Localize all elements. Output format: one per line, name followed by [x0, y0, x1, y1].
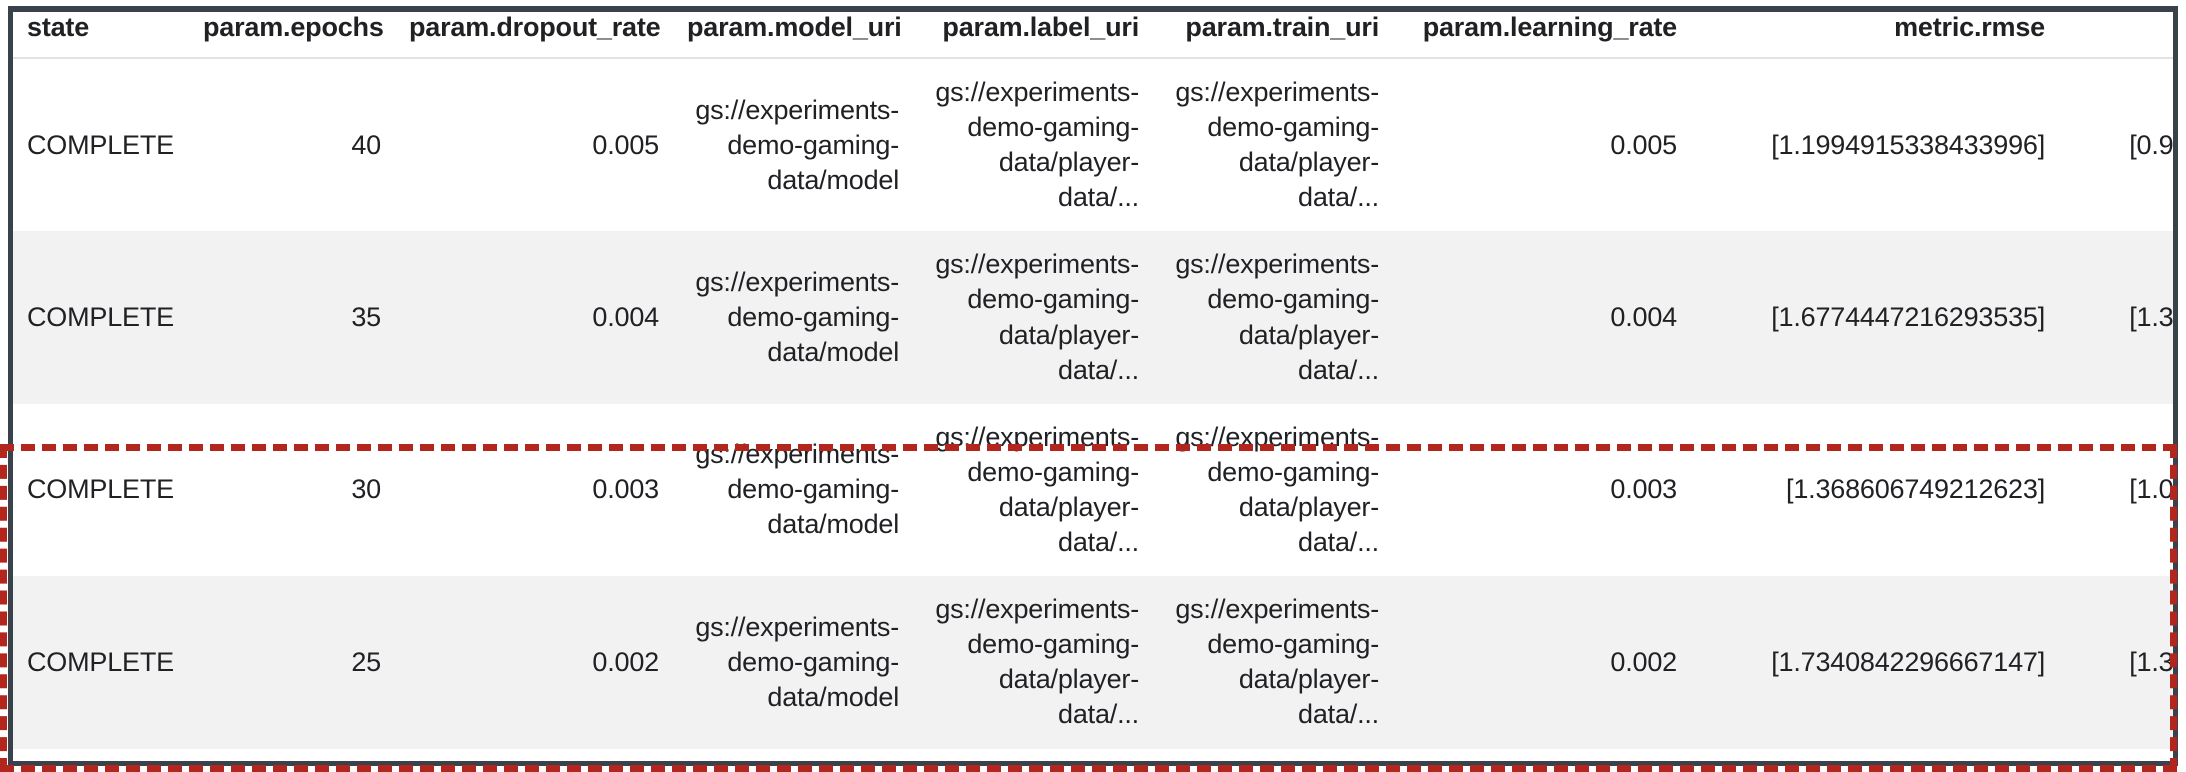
cell-metric-mae: [1.0496017500678982] [2059, 403, 2173, 577]
cell-train-uri: gs://experiments-demo-gaming-data/player… [1153, 403, 1393, 577]
cell-dropout-rate: 0.005 [395, 58, 673, 232]
cell-label-uri: gs://experiments-demo-gaming-data/player… [913, 576, 1153, 749]
cell-dropout-rate: 0.003 [395, 403, 673, 577]
column-header-metric-rmse[interactable]: metric.rmse [1691, 12, 2059, 59]
screenshot-root: state param.epochs param.dropout_rate pa… [0, 0, 2186, 772]
cell-learning-rate: 0.003 [1393, 403, 1691, 577]
cell-dropout-rate: 0.004 [395, 231, 673, 404]
cell-model-uri: gs://experiments-demo-gaming-data/model [673, 748, 913, 761]
cell-train-uri: gs://experiments-demo-gaming-data/player… [1153, 748, 1393, 761]
column-header-epochs[interactable]: param.epochs [189, 12, 395, 59]
column-header-metric-mae[interactable]: metric.mae [2059, 12, 2173, 59]
cell-metric-rmse: [1.368606749212623] [1691, 403, 2059, 577]
cell-model-uri: gs://experiments-demo-gaming-data/model [673, 403, 913, 577]
cell-model-uri: gs://experiments-demo-gaming-data/model [673, 576, 913, 749]
cell-label-uri: gs://experiments-demo-gaming-data/player… [913, 403, 1153, 577]
table-header-row: state param.epochs param.dropout_rate pa… [13, 12, 2173, 59]
cell-metric-mae: [0.8067645053795942] [2059, 748, 2173, 761]
cell-dropout-rate: 0.001 [395, 748, 673, 761]
cell-state: COMPLETE [13, 748, 189, 761]
column-header-dropout-rate[interactable]: param.dropout_rate [395, 12, 673, 59]
table-body: COMPLETE 40 0.005 gs://experiments-demo-… [13, 58, 2173, 761]
column-header-state[interactable]: state [13, 12, 189, 59]
experiments-results-table: state param.epochs param.dropout_rate pa… [13, 12, 2173, 761]
results-table-frame: state param.epochs param.dropout_rate pa… [8, 6, 2178, 766]
cell-epochs: 35 [189, 231, 395, 404]
cell-metric-rmse: [1.0703339726645948] [1691, 748, 2059, 761]
cell-epochs: 30 [189, 403, 395, 577]
cell-train-uri: gs://experiments-demo-gaming-data/player… [1153, 576, 1393, 749]
cell-state: COMPLETE [13, 231, 189, 404]
cell-metric-mae: [1.3291234783216863] [2059, 576, 2173, 749]
table-row[interactable]: COMPLETE 25 0.002 gs://experiments-demo-… [13, 576, 2173, 749]
cell-label-uri: gs://experiments-demo-gaming-data/player… [913, 58, 1153, 232]
cell-train-uri: gs://experiments-demo-gaming-data/player… [1153, 231, 1393, 404]
cell-metric-rmse: [1.6774447216293535] [1691, 231, 2059, 404]
cell-model-uri: gs://experiments-demo-gaming-data/model [673, 58, 913, 232]
column-header-label-uri[interactable]: param.label_uri [913, 12, 1153, 59]
column-header-model-uri[interactable]: param.model_uri [673, 12, 913, 59]
table-row[interactable]: COMPLETE 40 0.005 gs://experiments-demo-… [13, 58, 2173, 232]
table-row[interactable]: COMPLETE 30 0.003 gs://experiments-demo-… [13, 403, 2173, 577]
cell-state: COMPLETE [13, 58, 189, 232]
table-header: state param.epochs param.dropout_rate pa… [13, 12, 2173, 59]
cell-state: COMPLETE [13, 576, 189, 749]
cell-learning-rate: 0.004 [1393, 231, 1691, 404]
cell-epochs: 40 [189, 58, 395, 232]
cell-epochs: 20 [189, 748, 395, 761]
cell-label-uri: gs://experiments-demo-gaming-data/player… [913, 231, 1153, 404]
cell-learning-rate: 0.001 [1393, 748, 1691, 761]
cell-train-uri: gs://experiments-demo-gaming-data/player… [1153, 58, 1393, 232]
cell-metric-mae: [0.9282052047070797] [2059, 58, 2173, 232]
cell-metric-mae: [1.3912596980966023] [2059, 231, 2173, 404]
table-row[interactable]: COMPLETE 35 0.004 gs://experiments-demo-… [13, 231, 2173, 404]
column-header-train-uri[interactable]: param.train_uri [1153, 12, 1393, 59]
cell-metric-rmse: [1.1994915338433996] [1691, 58, 2059, 232]
cell-learning-rate: 0.005 [1393, 58, 1691, 232]
table-row-highlighted[interactable]: COMPLETE 20 0.001 gs://experiments-demo-… [13, 748, 2173, 761]
cell-epochs: 25 [189, 576, 395, 749]
cell-model-uri: gs://experiments-demo-gaming-data/model [673, 231, 913, 404]
cell-metric-rmse: [1.7340842296667147] [1691, 576, 2059, 749]
column-header-learning-rate[interactable]: param.learning_rate [1393, 12, 1691, 59]
cell-learning-rate: 0.002 [1393, 576, 1691, 749]
cell-dropout-rate: 0.002 [395, 576, 673, 749]
cell-state: COMPLETE [13, 403, 189, 577]
cell-label-uri: gs://experiments-demo-gaming-data/player… [913, 748, 1153, 761]
